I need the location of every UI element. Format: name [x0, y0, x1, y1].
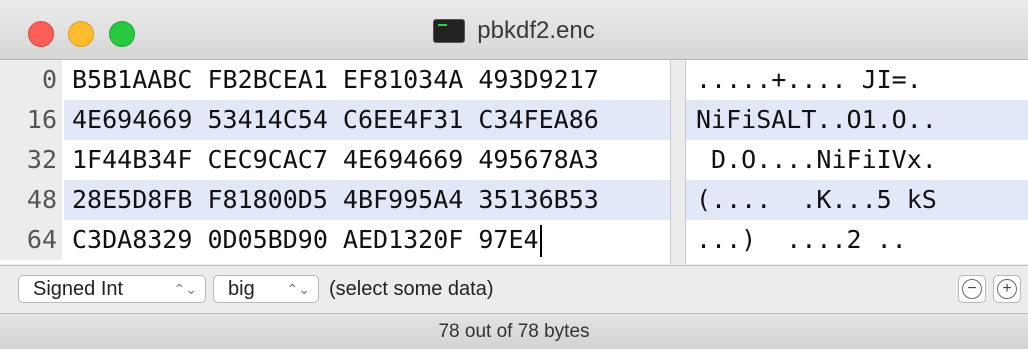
plus-icon: +	[997, 279, 1017, 299]
byte-count-status: 78 out of 78 bytes	[438, 321, 590, 342]
hex-row: 16 4E694669 53414C54 C6EE4F31 C34FEA86 N…	[0, 100, 1028, 140]
row-offset: 48	[0, 180, 62, 220]
hex-bytes[interactable]: 28E5D8FB F81800D5 4BF995A4 35136B53	[64, 180, 670, 220]
add-inspector-button[interactable]: +	[993, 275, 1021, 303]
row-offset: 16	[0, 100, 62, 140]
hex-bytes[interactable]: B5B1AABC FB2BCEA1 EF81034A 493D9217	[64, 60, 670, 100]
terminal-document-icon	[433, 19, 466, 43]
hex-bytes: C3DA8329 0D05BD90 AED1320F 97E4	[72, 225, 539, 254]
hex-bytes-last[interactable]: C3DA8329 0D05BD90 AED1320F 97E4	[64, 220, 670, 260]
window-title: pbkdf2.enc	[477, 17, 595, 44]
hex-editor[interactable]: 0 B5B1AABC FB2BCEA1 EF81034A 493D9217 ..…	[0, 60, 1028, 264]
hex-row: 64 C3DA8329 0D05BD90 AED1320F 97E4 ...) …	[0, 220, 1028, 260]
window-title-group: pbkdf2.enc	[0, 14, 1028, 48]
row-offset: 0	[0, 60, 62, 100]
ascii-text[interactable]: NiFiSALT..O1.O..	[686, 100, 1028, 140]
minus-icon: −	[962, 279, 982, 299]
status-bar: 78 out of 78 bytes	[0, 313, 1028, 349]
updown-chevron-icon: ⌃⌄	[286, 281, 310, 297]
data-inspector-bar: Signed Int ⌃⌄ big ⌃⌄ (select some data) …	[0, 265, 1028, 313]
type-select[interactable]: Signed Int ⌃⌄	[18, 275, 206, 303]
title-bar[interactable]: pbkdf2.enc	[0, 0, 1028, 60]
endian-select[interactable]: big ⌃⌄	[213, 275, 319, 303]
type-select-value: Signed Int	[33, 278, 124, 300]
endian-select-value: big	[228, 278, 255, 300]
remove-inspector-button[interactable]: −	[958, 275, 986, 303]
hex-bytes[interactable]: 1F44B34F CEC9CAC7 4E694669 495678A3	[64, 140, 670, 180]
hex-row: 48 28E5D8FB F81800D5 4BF995A4 35136B53 (…	[0, 180, 1028, 220]
ascii-text[interactable]: D.O....NiFiIVx.	[686, 140, 1028, 180]
ascii-text[interactable]: ...) ....2 ..	[686, 220, 1028, 260]
insertion-cursor	[539, 225, 542, 257]
hex-row: 0 B5B1AABC FB2BCEA1 EF81034A 493D9217 ..…	[0, 60, 1028, 100]
row-offset: 32	[0, 140, 62, 180]
row-offset: 64	[0, 220, 62, 260]
hex-bytes[interactable]: 4E694669 53414C54 C6EE4F31 C34FEA86	[64, 100, 670, 140]
updown-chevron-icon: ⌃⌄	[173, 281, 197, 297]
hex-fiend-window: pbkdf2.enc 0 B5B1AABC FB2BCEA1 EF81034A …	[0, 0, 1028, 349]
ascii-text[interactable]: (.... .K...5 kS	[686, 180, 1028, 220]
selection-hint: (select some data)	[329, 278, 494, 300]
hex-row: 32 1F44B34F CEC9CAC7 4E694669 495678A3 D…	[0, 140, 1028, 180]
ascii-text[interactable]: .....+.... JI=.	[686, 60, 1028, 100]
